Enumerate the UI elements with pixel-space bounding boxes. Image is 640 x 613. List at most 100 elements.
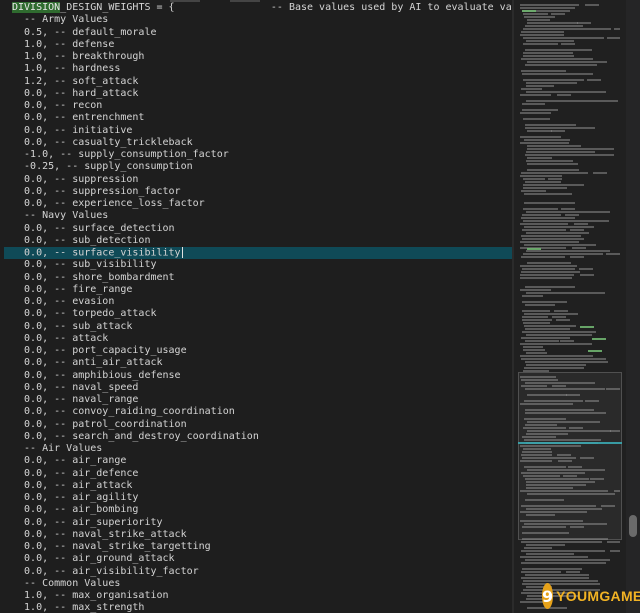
minimap-line [522, 436, 556, 438]
minimap-line [527, 148, 614, 150]
minimap-line [521, 217, 575, 219]
minimap-line [523, 184, 584, 186]
code-line[interactable]: 0.0, -- anti_air_attack [12, 357, 512, 369]
code-line[interactable]: 1.0, -- max_strength [12, 602, 512, 613]
minimap-line [566, 394, 580, 396]
minimap-line [521, 379, 558, 381]
code-line[interactable]: 0.0, -- fire_range [12, 284, 512, 296]
code-line[interactable]: 0.0, -- port_capacity_usage [12, 345, 512, 357]
scrollbar-thumb[interactable] [629, 515, 637, 537]
minimap-line [561, 43, 575, 45]
watermark-text: YOUMGAME [556, 588, 640, 604]
code-line[interactable]: 0.0, -- amphibious_defense [12, 370, 512, 382]
code-line[interactable]: 0.0, -- suppression_factor [12, 186, 512, 198]
minimap-current-line [518, 442, 622, 444]
code-line[interactable]: 0.0, -- air_bombing [12, 504, 512, 516]
code-line[interactable]: 0.0, -- air_ground_attack [12, 553, 512, 565]
minimap-line [521, 58, 593, 60]
code-line[interactable]: 0.0, -- experience_loss_factor [12, 198, 512, 210]
minimap-line [527, 22, 578, 24]
code-line[interactable]: 0.0, -- air_defence [12, 468, 512, 480]
minimap-line [522, 331, 596, 333]
code-line[interactable]: 0.0, -- naval_speed [12, 382, 512, 394]
minimap-line [524, 226, 594, 228]
code-line[interactable]: 0.0, -- surface_detection [12, 223, 512, 235]
code-line[interactable]: -- Air Values [12, 443, 512, 455]
code-line-header[interactable]: DIVISION_DESIGN_WEIGHTS = { -- Base valu… [12, 2, 512, 14]
code-line[interactable]: 0.0, -- suppression [12, 174, 512, 186]
text-caret [181, 247, 183, 258]
minimap-line [523, 13, 548, 15]
code-line[interactable]: -1.0, -- supply_consumption_factor [12, 149, 512, 161]
code-line[interactable]: 1.2, -- soft_attack [12, 76, 512, 88]
code-line[interactable]: 0.0, -- sub_attack [12, 321, 512, 333]
minimap-line [521, 271, 580, 273]
minimap-line [606, 388, 620, 390]
minimap-line [524, 325, 576, 327]
minimap-line [524, 547, 552, 549]
minimap-line [521, 235, 581, 237]
code-line[interactable]: 0.0, -- convoy_raiding_coordination [12, 406, 512, 418]
minimap-line [570, 256, 584, 258]
minimap-line [527, 493, 615, 495]
minimap-line [522, 238, 584, 240]
minimap-line [525, 499, 564, 501]
code-line[interactable]: 1.0, -- max_organisation [12, 590, 512, 602]
code-line[interactable]: 0.0, -- patrol_coordination [12, 419, 512, 431]
minimap-line [523, 187, 567, 189]
code-line[interactable]: 0.0, -- sub_visibility [12, 259, 512, 271]
minimap[interactable] [514, 0, 626, 613]
minimap-line [523, 37, 604, 39]
minimap-line [525, 388, 605, 390]
minimap-line [526, 151, 595, 153]
code-line[interactable]: 0.0, -- surface_visibility [4, 247, 512, 260]
code-line[interactable]: 0.0, -- shore_bombardment [12, 272, 512, 284]
code-line[interactable]: -- Common Values [12, 578, 512, 590]
code-line[interactable]: 0.0, -- recon [12, 100, 512, 112]
vertical-scrollbar[interactable] [626, 0, 640, 613]
minimap-line [604, 100, 618, 102]
code-line[interactable]: 0.0, -- attack [12, 333, 512, 345]
minimap-line [526, 508, 602, 510]
code-line[interactable]: 0.0, -- evasion [12, 296, 512, 308]
header-text: _DESIGN_WEIGHTS = { -- Base values used … [60, 2, 512, 13]
code-line[interactable]: 0.0, -- initiative [12, 125, 512, 137]
code-line[interactable]: 0.5, -- default_morale [12, 27, 512, 39]
code-line[interactable]: 0.0, -- entrenchment [12, 112, 512, 124]
code-editor[interactable]: DIVISION_DESIGN_WEIGHTS = { -- Base valu… [0, 0, 512, 613]
code-line[interactable]: 0.0, -- search_and_destroy_coordination [12, 431, 512, 443]
minimap-line [527, 145, 581, 147]
minimap-line [570, 526, 584, 528]
code-line[interactable]: 0.0, -- naval_strike_attack [12, 529, 512, 541]
code-line[interactable]: 0.0, -- air_visibility_factor [12, 566, 512, 578]
code-line[interactable]: 1.0, -- hardness [12, 63, 512, 75]
code-line[interactable]: 0.0, -- air_agility [12, 492, 512, 504]
code-line[interactable]: 0.0, -- hard_attack [12, 88, 512, 100]
minimap-line [520, 277, 572, 279]
code-line[interactable]: -- Army Values [12, 14, 512, 26]
minimap-line [522, 451, 552, 453]
code-line[interactable]: -- Navy Values [12, 210, 512, 222]
minimap-line [522, 310, 550, 312]
minimap-line [610, 430, 620, 432]
code-line[interactable]: 0.0, -- sub_detection [12, 235, 512, 247]
code-line[interactable]: 0.0, -- air_attack [12, 480, 512, 492]
minimap-match-marker [592, 338, 606, 340]
minimap-line [552, 316, 566, 318]
code-lines[interactable]: DIVISION_DESIGN_WEIGHTS = { -- Base valu… [4, 2, 512, 613]
minimap-line [520, 7, 575, 9]
minimap-line [525, 49, 592, 51]
code-line[interactable]: 0.0, -- torpedo_attack [12, 308, 512, 320]
minimap-line [520, 175, 562, 177]
minimap-line [580, 457, 594, 459]
minimap-line [614, 28, 620, 30]
code-line[interactable]: 0.0, -- naval_range [12, 394, 512, 406]
code-line[interactable]: 1.0, -- breakthrough [12, 51, 512, 63]
code-line[interactable]: 0.0, -- casualty_trickleback [12, 137, 512, 149]
code-line[interactable]: 1.0, -- defense [12, 39, 512, 51]
minimap-line [523, 178, 545, 180]
code-line[interactable]: 0.0, -- air_range [12, 455, 512, 467]
code-line[interactable]: 0.0, -- naval_strike_targetting [12, 541, 512, 553]
code-line[interactable]: -0.25, -- supply_consumption [12, 161, 512, 173]
code-line[interactable]: 0.0, -- air_superiority [12, 517, 512, 529]
